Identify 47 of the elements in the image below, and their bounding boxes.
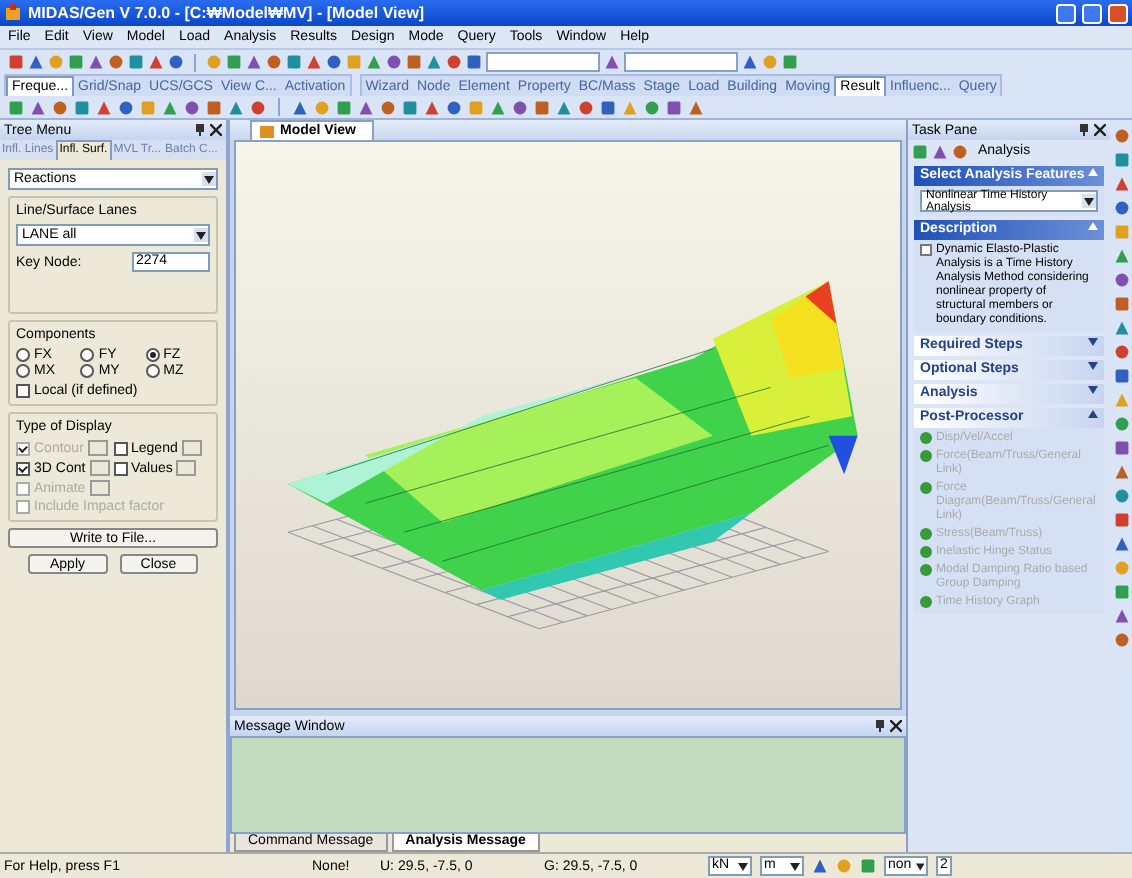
circle-icon (920, 432, 932, 444)
close-icon[interactable] (1094, 124, 1106, 136)
caret-icon[interactable] (1088, 168, 1098, 176)
circle-icon (920, 546, 932, 558)
checkbox[interactable] (113, 441, 127, 455)
options-button[interactable] (176, 460, 197, 476)
window-title: MIDAS/Gen V 7.0.0 - [C:₩Model₩MV] - [Model View] (28, 4, 427, 22)
close-icon[interactable] (890, 720, 902, 732)
options-button[interactable] (181, 440, 202, 456)
minimize-button[interactable] (1056, 3, 1076, 23)
circle-icon (920, 450, 932, 462)
pin-icon[interactable] (194, 124, 206, 136)
circle-icon (920, 564, 932, 576)
app-icon (4, 4, 22, 22)
pin-icon[interactable] (874, 720, 886, 732)
dropdown-arrow-icon[interactable] (738, 861, 748, 871)
app-icon (260, 124, 274, 138)
caret-icon[interactable] (1088, 222, 1098, 230)
checkbox[interactable] (113, 461, 127, 475)
dropdown-arrow-icon[interactable] (204, 175, 214, 183)
radio-button[interactable] (145, 348, 160, 362)
tool-icon[interactable] (604, 54, 620, 70)
dropdown-arrow-icon[interactable] (1084, 197, 1095, 205)
caret-icon[interactable] (1088, 410, 1098, 418)
caret-icon[interactable] (1088, 386, 1098, 394)
combo-box[interactable] (486, 52, 600, 72)
pin-icon[interactable] (1078, 124, 1090, 136)
checkbox[interactable] (16, 461, 30, 475)
close-button[interactable] (1108, 3, 1128, 23)
dropdown-arrow-icon[interactable] (790, 861, 800, 871)
note-icon (920, 244, 932, 256)
radio-button[interactable] (16, 364, 30, 378)
radio-button[interactable] (80, 348, 95, 362)
radio-button[interactable] (145, 364, 160, 378)
close-icon[interactable] (210, 124, 222, 136)
caret-icon[interactable] (1088, 338, 1098, 346)
circle-icon (920, 596, 932, 608)
caret-icon[interactable] (1088, 362, 1098, 370)
checkbox[interactable] (16, 384, 30, 398)
combo-box[interactable] (624, 52, 738, 72)
radio-button[interactable] (80, 364, 95, 378)
dropdown-arrow-icon[interactable] (915, 861, 924, 871)
maximize-button[interactable] (1082, 3, 1102, 23)
dropdown-arrow-icon[interactable] (196, 231, 206, 239)
radio-button[interactable] (16, 348, 30, 362)
circle-icon (920, 482, 932, 494)
circle-icon (920, 528, 932, 540)
